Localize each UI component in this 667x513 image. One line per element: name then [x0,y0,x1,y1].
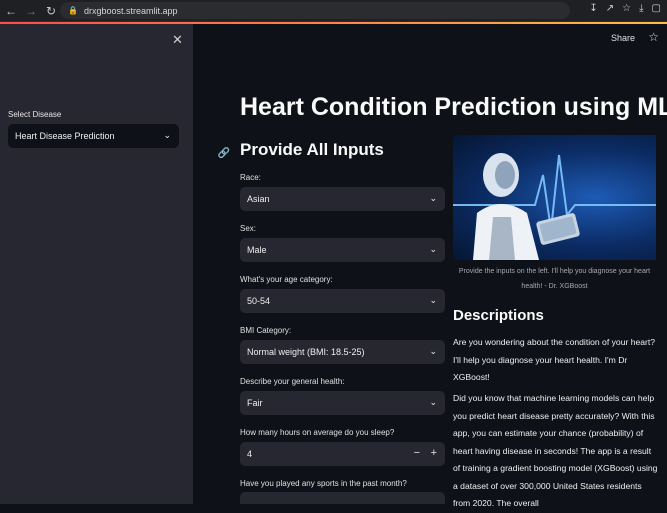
share-button[interactable]: Share [611,33,635,43]
race-value: Asian [247,194,270,204]
address-bar[interactable]: 🔒 drxgboost.streamlit.app [60,2,570,19]
sleep-label: How many hours on average do you sleep? [240,428,395,437]
chevron-down-icon: ⌄ [429,346,437,356]
install-icon[interactable]: ↧ [589,3,597,14]
sidebar: ✕ Select Disease Heart Disease Predictio… [0,24,193,504]
sex-select[interactable]: Male ⌄ [240,238,445,262]
decrement-button[interactable]: − [414,447,420,459]
sleep-value[interactable]: 4 [247,449,252,459]
chevron-down-icon: ⌄ [429,244,437,254]
select-disease-value: Heart Disease Prediction [15,131,115,141]
inputs-heading: Provide All Inputs [240,140,384,159]
chevron-down-icon: ⌄ [429,193,437,203]
race-label: Race: [240,173,261,182]
page-title: Heart Condition Prediction using ML [240,93,667,121]
url-text: drxgboost.streamlit.app [83,5,178,16]
image-caption: Provide the inputs on the left. I'll hel… [458,268,651,290]
reload-icon[interactable]: ↻ [42,2,60,20]
bookmark-star-icon[interactable]: ☆ [622,3,631,14]
bmi-label: BMI Category: [240,326,292,335]
sports-label: Have you played any sports in the past m… [240,479,407,488]
increment-button[interactable]: + [431,447,437,459]
share-page-icon[interactable]: ↗ [606,3,614,14]
descriptions-heading: Descriptions [453,307,544,324]
age-label: What's your age category: [240,275,333,284]
star-icon[interactable]: ☆ [648,30,659,44]
anchor-link-icon[interactable]: 🔗 [215,145,233,161]
back-icon[interactable]: ← [2,2,20,20]
bmi-value: Normal weight (BMI: 18.5-25) [247,347,365,357]
sports-select[interactable] [240,492,445,504]
age-value: 50-54 [247,296,271,306]
forward-icon[interactable]: → [22,2,40,20]
general-health-label: Describe your general health: [240,377,345,386]
race-select[interactable]: Asian ⌄ [240,187,445,211]
sex-label: Sex: [240,224,257,233]
lock-icon: 🔒 [68,6,78,15]
side-panel-icon[interactable]: ▢ [652,3,661,14]
chevron-down-icon: ⌄ [429,397,437,407]
chevron-down-icon: ⌄ [429,295,437,305]
main-content: Share ☆ Heart Condition Prediction using… [193,24,667,508]
browser-toolbar: ← → ↻ 🔒 drxgboost.streamlit.app ↧ ↗ ☆ ⤓ … [0,0,667,22]
description-paragraph-2: Did you know that machine learning model… [453,393,658,508]
chevron-down-icon: ⌄ [163,130,171,140]
general-health-value: Fair [247,398,263,408]
description-paragraph-1: Are you wondering about the condition of… [453,337,656,382]
general-health-select[interactable]: Fair ⌄ [240,391,445,415]
download-icon[interactable]: ⤓ [639,3,643,14]
close-sidebar-icon[interactable]: ✕ [172,32,183,48]
select-disease-dropdown[interactable]: Heart Disease Prediction ⌄ [8,124,179,148]
browser-actions: ↧ ↗ ☆ ⤓ ▢ [589,3,661,14]
sex-value: Male [247,245,267,255]
select-disease-label: Select Disease [8,110,62,119]
sleep-stepper[interactable]: 4 − + [240,442,445,466]
bmi-select[interactable]: Normal weight (BMI: 18.5-25) ⌄ [240,340,445,364]
age-select[interactable]: 50-54 ⌄ [240,289,445,313]
robot-doctor-image [453,135,656,260]
robot-doctor-illustration [453,153,656,260]
